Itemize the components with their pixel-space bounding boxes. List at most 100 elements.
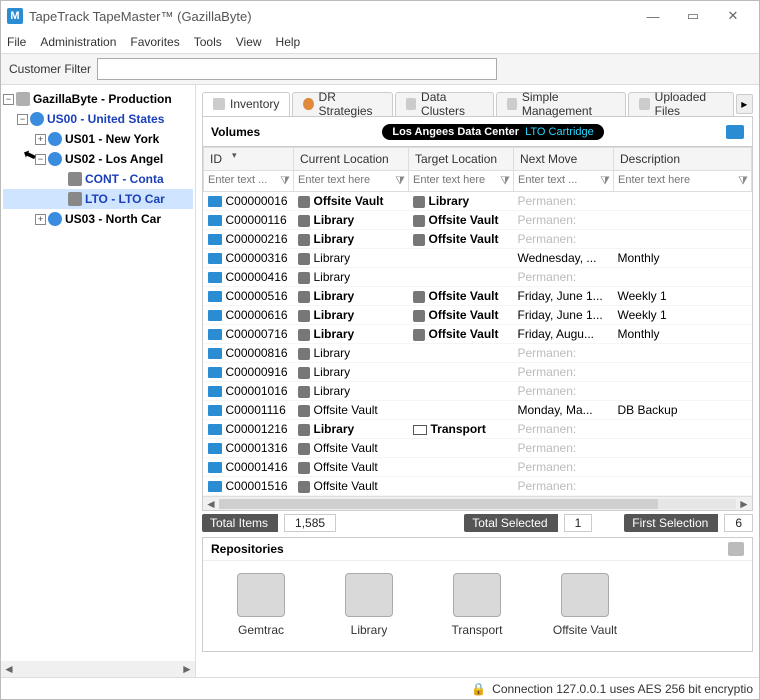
window-title: TapeTrack TapeMaster™ (GazillaByte): [29, 9, 633, 24]
tree-cont[interactable]: CONT - Conta: [3, 169, 193, 189]
cell-target-location: Offsite Vault: [409, 230, 514, 249]
expand-icon[interactable]: +: [35, 214, 46, 225]
table-row[interactable]: C00000716LibraryOffsite VaultFriday, Aug…: [204, 325, 752, 344]
volume-icon: [208, 386, 222, 397]
menu-help[interactable]: Help: [276, 35, 301, 49]
scroll-right-icon[interactable]: ►: [179, 662, 195, 676]
cell-current-location: Library: [294, 325, 409, 344]
repository-item[interactable]: Offsite Vault: [545, 573, 625, 637]
table-row[interactable]: C00001416Offsite VaultPermanen:: [204, 458, 752, 477]
filter-icon[interactable]: ⧩: [277, 171, 293, 191]
repository-icon: [345, 573, 393, 617]
drive-icon: [68, 192, 82, 206]
table-row[interactable]: C00001316Offsite VaultPermanen:: [204, 439, 752, 458]
menu-favorites[interactable]: Favorites: [130, 35, 179, 49]
repository-item[interactable]: Transport: [437, 573, 517, 637]
filter-id-input[interactable]: [204, 171, 275, 189]
repositories-title: Repositories: [211, 542, 284, 556]
menu-tools[interactable]: Tools: [194, 35, 222, 49]
filter-desc-input[interactable]: [614, 171, 733, 189]
cell-id: C00000916: [204, 363, 294, 382]
tree-us02-label: US02 - Los Angel: [65, 149, 163, 169]
cell-description: [614, 477, 752, 496]
volume-icon: [208, 272, 222, 283]
tree-us03[interactable]: + US03 - North Car: [3, 209, 193, 229]
filter-icon[interactable]: ⧩: [497, 171, 513, 191]
table-row[interactable]: C00000816LibraryPermanen:: [204, 344, 752, 363]
scroll-left-icon[interactable]: ◄: [203, 497, 219, 511]
expand-icon[interactable]: +: [35, 134, 46, 145]
tab-overflow-button[interactable]: ▸: [736, 94, 753, 114]
tree-root[interactable]: − GazillaByte - Production: [3, 89, 193, 109]
scroll-track[interactable]: [219, 499, 736, 509]
tab-uploaded-label: Uploaded Files: [655, 90, 723, 118]
filter-tgt-input[interactable]: [409, 171, 495, 189]
cell-next-move: Permanen:: [514, 344, 614, 363]
cell-target-location: [409, 363, 514, 382]
table-row[interactable]: C00000616LibraryOffsite VaultFriday, Jun…: [204, 306, 752, 325]
collapse-icon[interactable]: −: [3, 94, 14, 105]
col-description[interactable]: Description: [614, 148, 752, 171]
table-row[interactable]: C00000516LibraryOffsite VaultFriday, Jun…: [204, 287, 752, 306]
volumes-icon[interactable]: [726, 125, 744, 139]
filter-cur-input[interactable]: [294, 171, 390, 189]
tab-data-clusters[interactable]: Data Clusters: [395, 92, 494, 116]
cell-description: [614, 439, 752, 458]
table-row[interactable]: C00000316LibraryWednesday, ...Monthly: [204, 249, 752, 268]
tree-root-label: GazillaByte - Production: [33, 89, 172, 109]
table-row[interactable]: C00001116Offsite VaultMonday, Ma...DB Ba…: [204, 401, 752, 420]
cell-current-location: Offsite Vault: [294, 439, 409, 458]
repository-label: Library: [351, 623, 388, 637]
table-row[interactable]: C00001016LibraryPermanen:: [204, 382, 752, 401]
tab-simple-management[interactable]: Simple Management: [496, 92, 627, 116]
cell-current-location: Library: [294, 420, 409, 439]
volume-icon: [208, 367, 222, 378]
table-row[interactable]: C00000116LibraryOffsite VaultPermanen:: [204, 211, 752, 230]
maximize-button[interactable]: ▭: [673, 3, 713, 29]
tree-lto[interactable]: LTO - LTO Car: [3, 189, 193, 209]
close-button[interactable]: ✕: [713, 3, 753, 29]
tab-inventory[interactable]: Inventory: [202, 92, 290, 116]
filter-icon[interactable]: ⧩: [735, 171, 751, 191]
cell-description: [614, 211, 752, 230]
cell-id: C00000216: [204, 230, 294, 249]
cell-current-location: Library: [294, 382, 409, 401]
tab-dr-strategies[interactable]: DR Strategies: [292, 92, 393, 116]
table-row[interactable]: C00001216LibraryTransportPermanen:: [204, 420, 752, 439]
table-row[interactable]: C00000016Offsite VaultLibraryPermanen:: [204, 192, 752, 211]
cell-target-location: Library: [409, 192, 514, 211]
col-target-location[interactable]: Target Location: [409, 148, 514, 171]
menu-administration[interactable]: Administration: [40, 35, 116, 49]
cell-description: [614, 192, 752, 211]
table-row[interactable]: C00000216LibraryOffsite VaultPermanen:: [204, 230, 752, 249]
scroll-right-icon[interactable]: ►: [736, 497, 752, 511]
table-row[interactable]: C00000416LibraryPermanen:: [204, 268, 752, 287]
drive-icon: [298, 310, 310, 322]
table-row[interactable]: C00001516Offsite VaultPermanen:: [204, 477, 752, 496]
repository-item[interactable]: Gemtrac: [221, 573, 301, 637]
repository-item[interactable]: Library: [329, 573, 409, 637]
filter-next-input[interactable]: [514, 171, 595, 189]
repositories-menu-icon[interactable]: [728, 542, 744, 556]
col-next-move[interactable]: Next Move: [514, 148, 614, 171]
tree-hscrollbar[interactable]: ◄ ►: [1, 661, 195, 677]
cell-description: [614, 344, 752, 363]
tree-us00[interactable]: − US00 - United States: [3, 109, 193, 129]
minimize-button[interactable]: —: [633, 3, 673, 29]
filter-icon[interactable]: ⧩: [392, 171, 408, 191]
menu-file[interactable]: File: [7, 35, 26, 49]
menu-view[interactable]: View: [236, 35, 262, 49]
context-pill: Los Angees Data Center LTO Cartridge: [382, 124, 603, 140]
cell-id: C00000616: [204, 306, 294, 325]
collapse-icon[interactable]: −: [17, 114, 28, 125]
col-id[interactable]: ID▾: [204, 148, 294, 171]
col-id-label: ID: [210, 152, 222, 166]
customer-filter-input[interactable]: [97, 58, 497, 80]
tab-uploaded-files[interactable]: Uploaded Files: [628, 92, 733, 116]
grid-hscrollbar[interactable]: ◄ ►: [203, 496, 752, 510]
filter-icon[interactable]: ⧩: [597, 171, 613, 191]
scroll-left-icon[interactable]: ◄: [1, 662, 17, 676]
col-current-location[interactable]: Current Location: [294, 148, 409, 171]
table-row[interactable]: C00000916LibraryPermanen:: [204, 363, 752, 382]
scroll-thumb[interactable]: [219, 499, 658, 509]
